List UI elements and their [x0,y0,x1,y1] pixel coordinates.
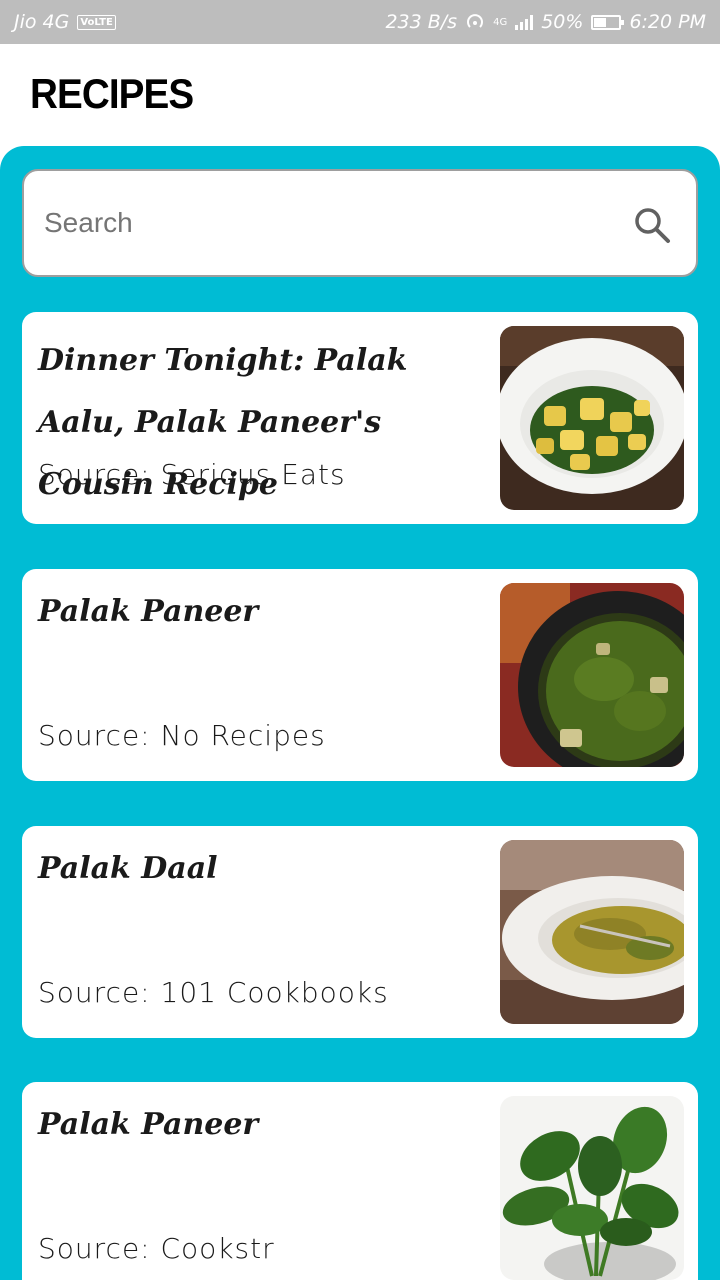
potatoes-spinach-bowl-image [500,326,684,510]
volte-badge: VoLTE [77,14,116,30]
recipe-source: Source: Serious Eats [38,458,346,491]
hotspot-icon [467,14,483,28]
recipe-source: Source: No Recipes [38,719,326,752]
spinach-curry-pan-image [500,583,684,767]
search-icon[interactable] [632,205,672,245]
lentil-spinach-plate-image [500,840,684,1024]
carrier-label: Jio 4G [14,11,70,33]
recipe-title: Palak Daal [38,851,218,886]
recipe-thumbnail [500,326,684,510]
recipe-thumbnail [500,583,684,767]
recipe-card[interactable]: Palak Daal Source: 101 Cookbooks [22,826,698,1038]
app-bar: RECIPES [0,44,720,146]
recipe-title: Palak Paneer [38,1107,259,1142]
recipe-source: Source: 101 Cookbooks [38,976,389,1009]
recipe-source: Source: Cookstr [38,1232,275,1265]
recipe-title: Palak Paneer [38,594,259,629]
status-right: 233 B/s 4G 50% 6:20 PM [385,11,706,33]
battery-icon [591,14,625,30]
network-type-badge: 4G [493,16,508,28]
recipe-thumbnail [500,840,684,1024]
recipe-card[interactable]: Dinner Tonight: Palak Aalu, Palak Paneer… [22,312,698,524]
recipe-thumbnail [500,1096,684,1280]
signal-icon [515,14,534,30]
network-speed: 233 B/s [385,11,458,33]
recipe-card[interactable]: Palak Paneer Source: Cookstr [22,1082,698,1280]
battery-percent: 50% [541,11,584,33]
page-title: RECIPES [30,70,194,117]
fresh-spinach-leaves-image [500,1096,684,1280]
search-input[interactable] [44,201,604,245]
recipe-card[interactable]: Palak Paneer Source: No Recipes [22,569,698,781]
status-bar: Jio 4G VoLTE 233 B/s 4G 50% 6:20 PM [0,0,720,44]
search-box[interactable] [22,169,698,277]
status-left: Jio 4G VoLTE [14,11,116,33]
clock: 6:20 PM [629,11,706,33]
